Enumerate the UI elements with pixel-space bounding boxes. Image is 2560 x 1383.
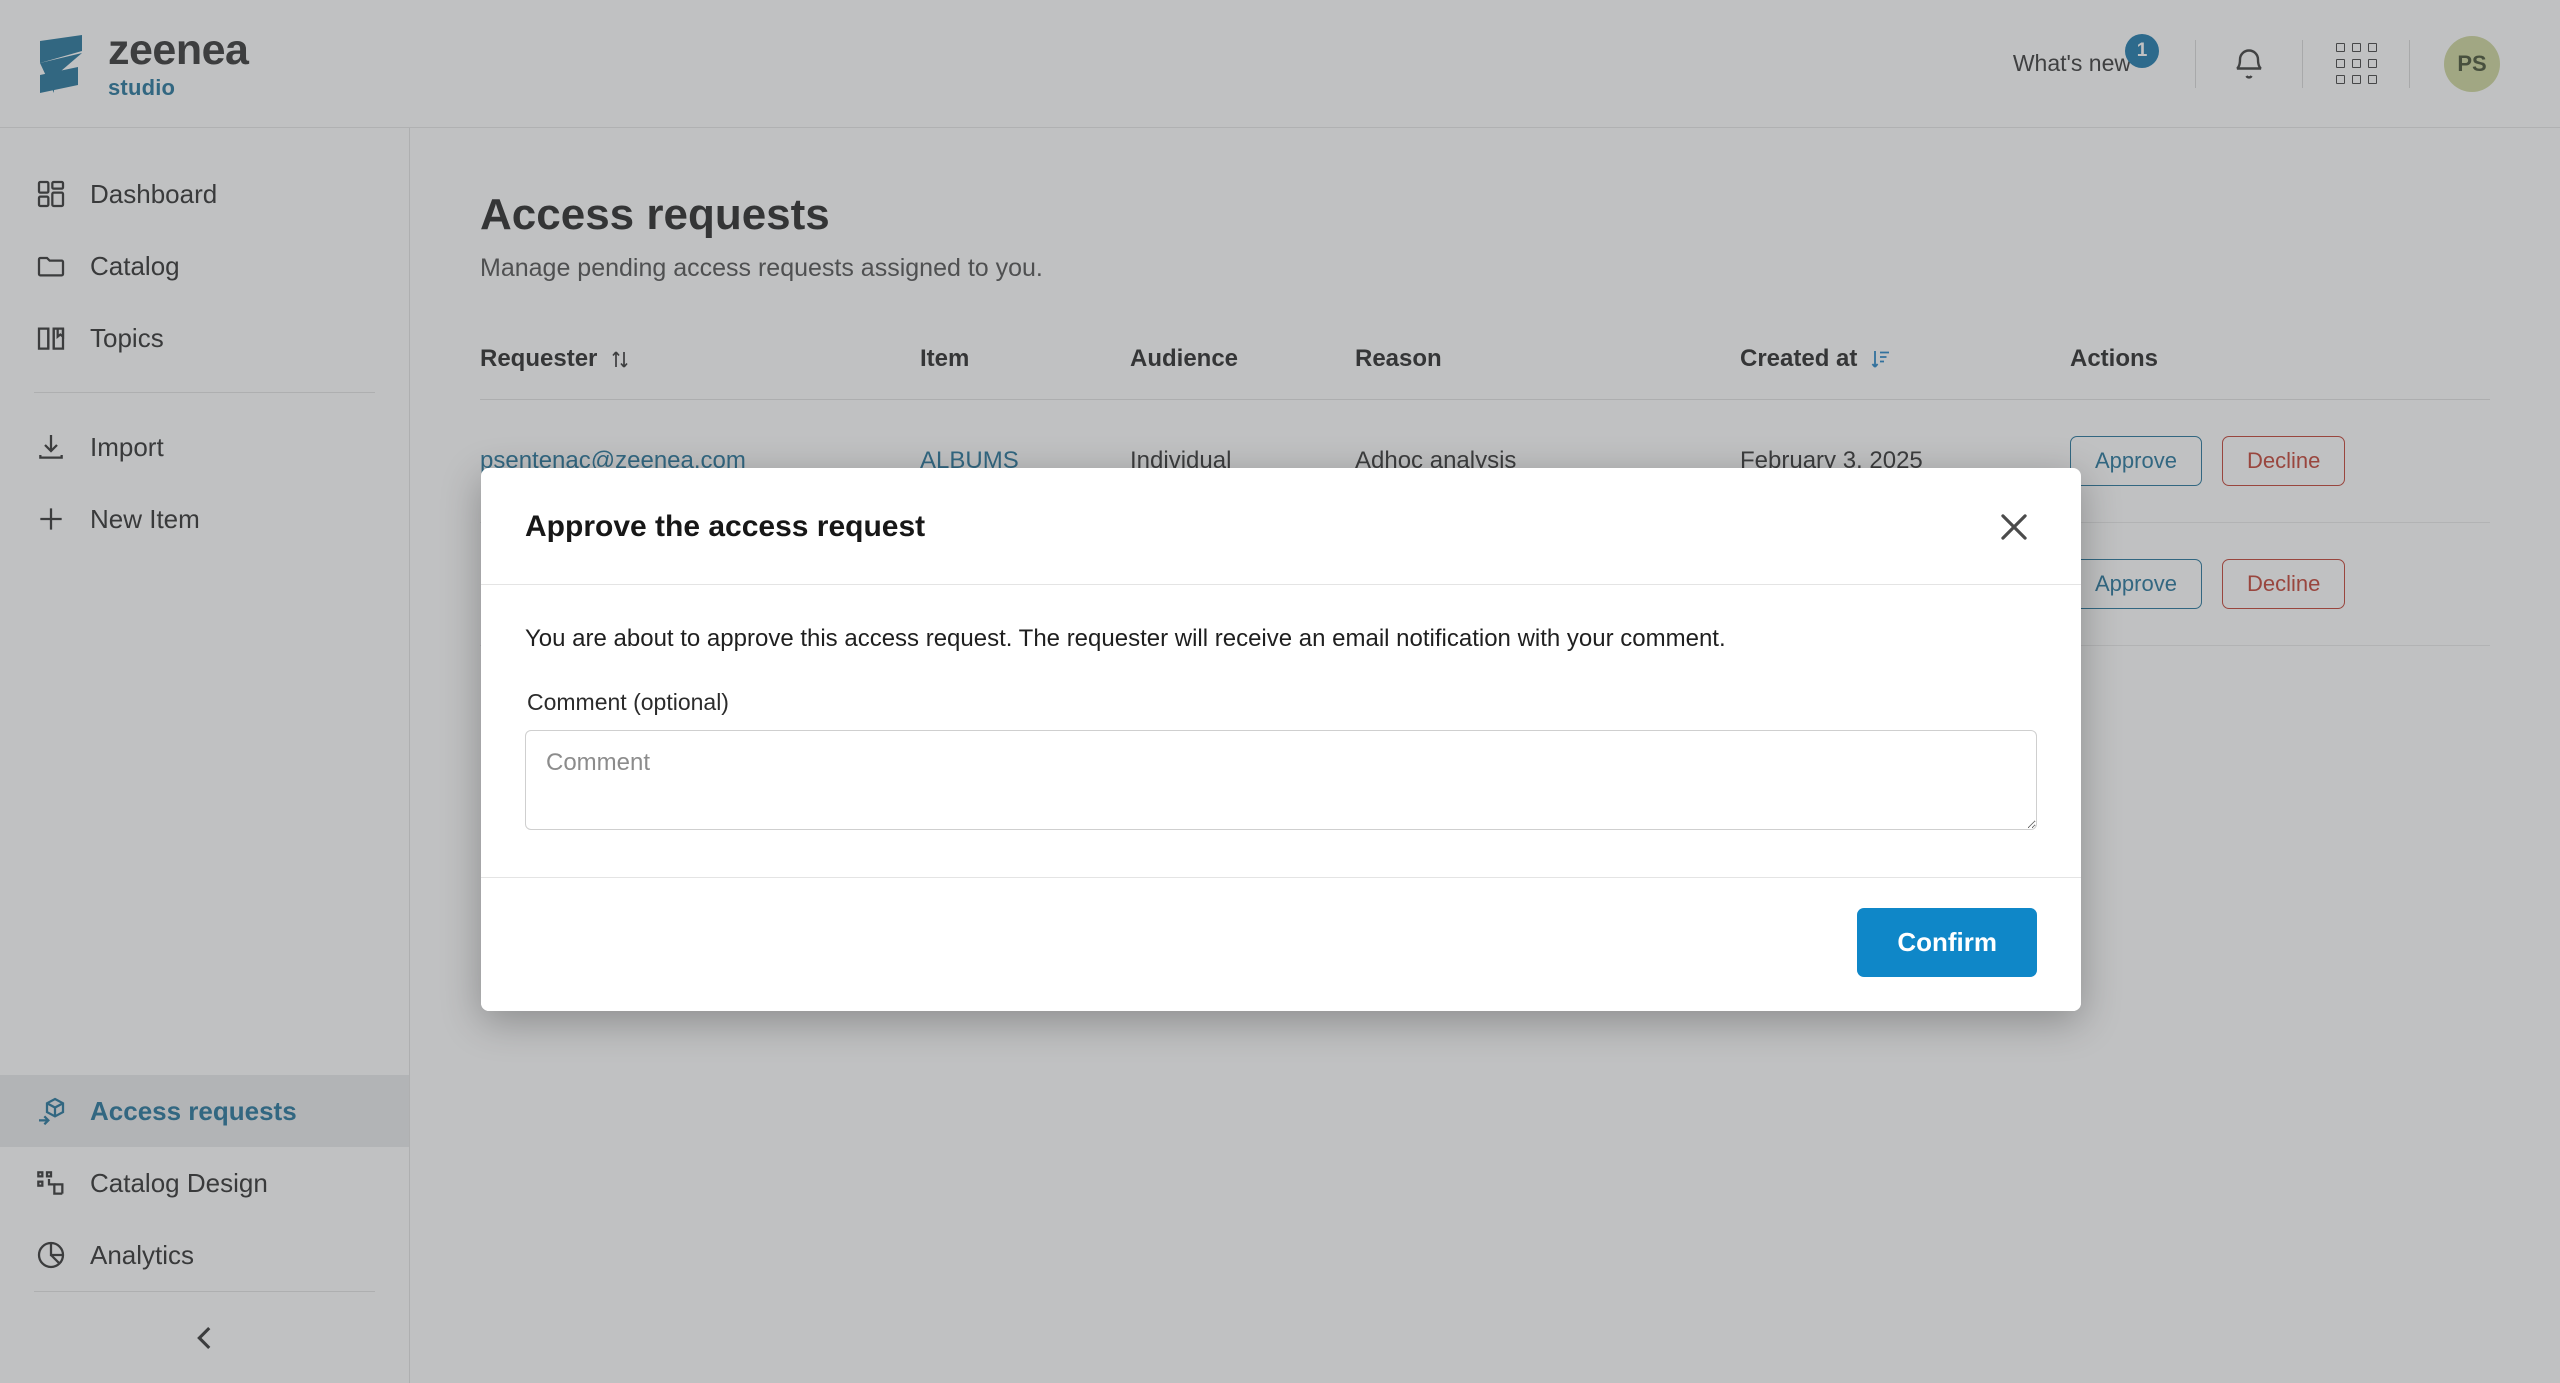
dialog-description: You are about to approve this access req… bbox=[525, 625, 1726, 652]
close-x-icon bbox=[2001, 514, 2027, 540]
dialog-header: Approve the access request bbox=[481, 468, 2081, 585]
dialog-close-button[interactable] bbox=[1991, 504, 2037, 550]
comment-input[interactable] bbox=[525, 730, 2037, 830]
dialog-title: Approve the access request bbox=[525, 510, 926, 543]
approve-access-request-dialog: Approve the access request You are about… bbox=[481, 468, 2081, 1011]
dialog-body: You are about to approve this access req… bbox=[481, 585, 2081, 877]
confirm-button[interactable]: Confirm bbox=[1857, 908, 2037, 977]
comment-field-label: Comment (optional) bbox=[527, 689, 729, 715]
dialog-footer: Confirm bbox=[481, 877, 2081, 1011]
